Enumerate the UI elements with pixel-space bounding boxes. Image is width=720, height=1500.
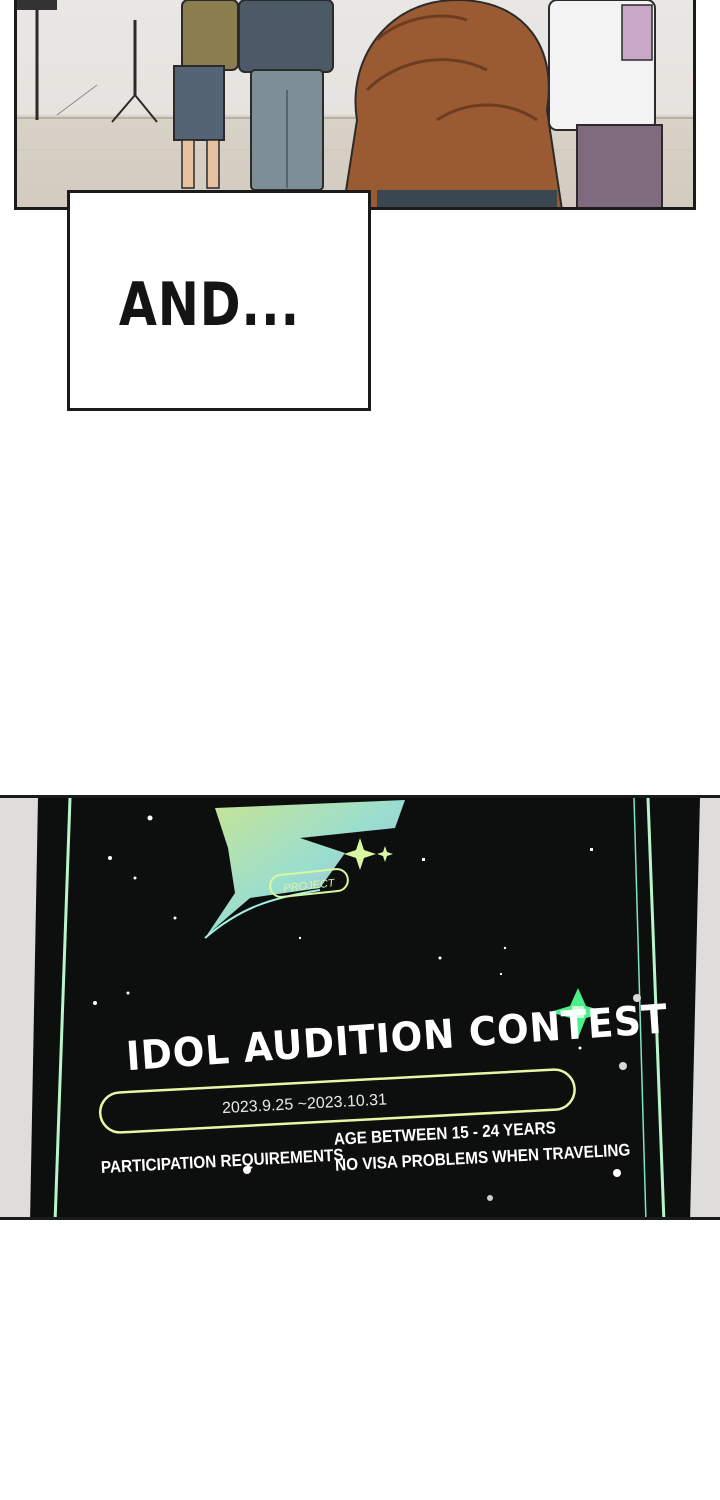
- scene-illustration: [17, 0, 693, 207]
- caption-text: AND...: [118, 269, 300, 340]
- caption-box: AND...: [67, 190, 371, 411]
- person-brown-hair: [342, 0, 563, 207]
- poster-illustration: PROJECT IDOL AUDITION CONTEST 2023.9.25 …: [0, 798, 720, 1217]
- poster-panel: PROJECT IDOL AUDITION CONTEST 2023.9.25 …: [0, 795, 720, 1220]
- person-olive-shirt: [173, 0, 239, 189]
- person-grey-suit: [238, 0, 334, 191]
- scene-panel: [14, 0, 696, 210]
- person-white-shirt: [548, 0, 663, 207]
- tripod-stand: [17, 0, 158, 123]
